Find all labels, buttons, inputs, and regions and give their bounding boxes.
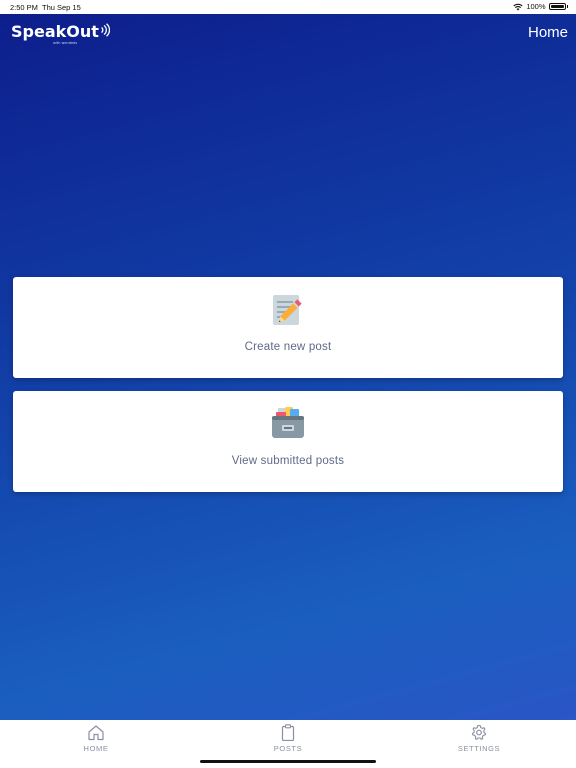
- clipboard-icon: [281, 724, 295, 741]
- card-file-box-icon: [272, 407, 304, 438]
- view-submitted-posts-card[interactable]: View submitted posts: [13, 391, 563, 492]
- sound-waves-icon: [100, 23, 110, 37]
- create-post-label: Create new post: [244, 341, 332, 353]
- view-posts-label: View submitted posts: [231, 455, 345, 467]
- status-bar: 2:50 PM Thu Sep 15 100%: [0, 0, 576, 14]
- battery-tip: [566, 5, 568, 8]
- home-indicator[interactable]: [200, 760, 376, 763]
- battery-percent: 100%: [526, 2, 546, 11]
- main-area: SpeakOut with wendeds Home Create new po…: [0, 14, 576, 720]
- tab-home[interactable]: HOME: [46, 724, 146, 753]
- memo-pencil-icon: [273, 295, 302, 325]
- tab-posts-label: POSTS: [273, 744, 303, 753]
- battery-icon: [548, 3, 566, 10]
- app-logo: SpeakOut with wendeds: [11, 22, 110, 45]
- status-date: Thu Sep 15: [42, 3, 81, 12]
- tab-posts[interactable]: POSTS: [238, 724, 338, 753]
- home-icon: [88, 725, 104, 741]
- page-title: Home: [527, 24, 568, 41]
- tab-settings[interactable]: SETTINGS: [429, 724, 529, 753]
- tab-home-label: HOME: [83, 744, 109, 753]
- status-time: 2:50 PM: [10, 3, 38, 12]
- status-right: 100%: [513, 2, 568, 11]
- tab-settings-label: SETTINGS: [457, 744, 501, 753]
- logo-text: SpeakOut: [11, 22, 99, 41]
- logo-subtext: with wendeds: [53, 41, 78, 45]
- wifi-icon: [513, 3, 523, 10]
- gear-icon: [471, 724, 487, 740]
- create-post-card[interactable]: Create new post: [13, 277, 563, 378]
